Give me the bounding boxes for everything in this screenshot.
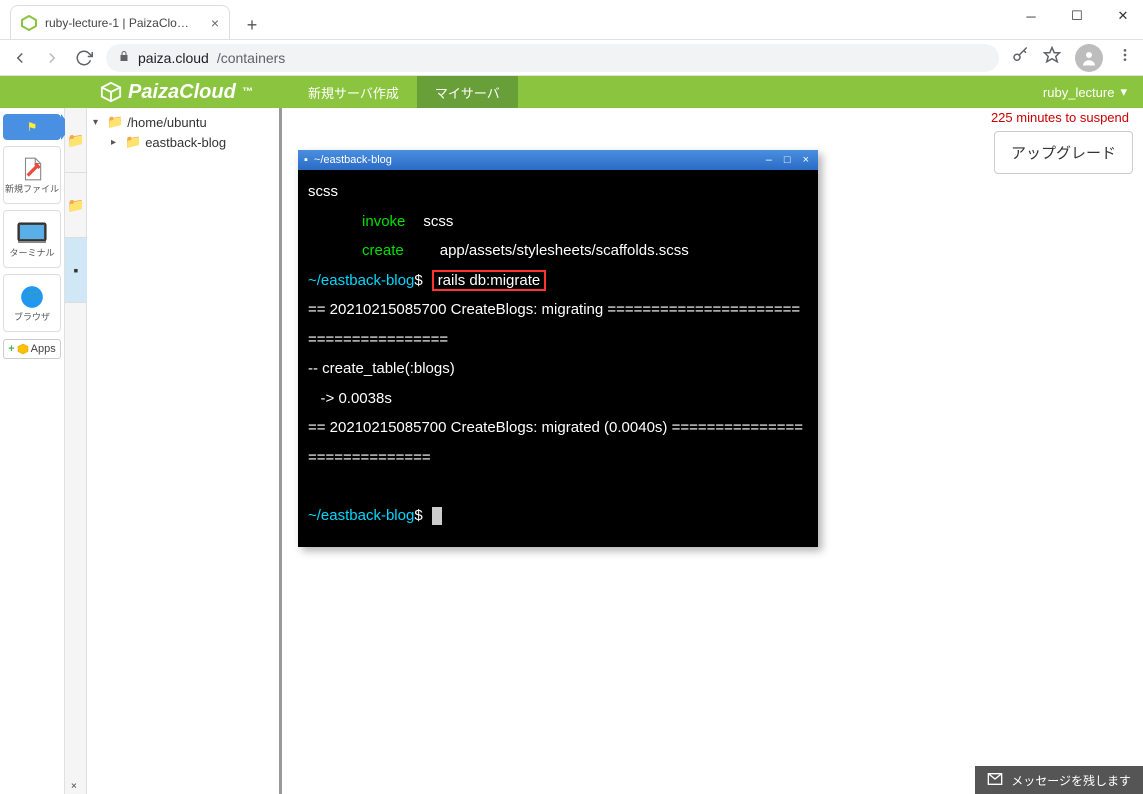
launcher-new-file-label: 新規ファイル [5, 182, 59, 195]
terminal-titlebar[interactable]: ▪ ~/eastback-blog – □ × [298, 150, 818, 170]
avatar-icon[interactable] [1075, 44, 1103, 72]
tab-close-icon[interactable]: × [211, 15, 219, 31]
terminal-body[interactable]: scss invoke scss create app/assets/style… [298, 170, 818, 547]
launcher-browser-label: ブラウザ [14, 310, 50, 323]
message-bar-text: メッセージを残します [1011, 772, 1131, 789]
launcher: ⚑ 新規ファイル ターミナル ブラウザ + [0, 108, 65, 794]
launcher-terminal-label: ターミナル [9, 246, 54, 259]
term-out: -- create_table(:blogs) [308, 360, 455, 377]
right-overlay: 225 minutes to suspend アップグレード [987, 108, 1133, 174]
tree-node-label: eastback-blog [145, 135, 226, 150]
new-tab-button[interactable]: + [238, 11, 266, 39]
file-tree: ▾ 📁 /home/ubuntu ▸ 📁 eastback-blog [87, 108, 282, 794]
reload-icon[interactable] [74, 48, 94, 68]
term-prompt-sym: $ [414, 272, 422, 289]
term-invoke: invoke [362, 213, 405, 230]
maximize-icon[interactable]: ☐ [1063, 6, 1091, 26]
dock-item-files-2[interactable]: 📁× [65, 173, 87, 238]
browser-toolbar: paiza.cloud/containers [0, 40, 1143, 76]
term-out: == 20210215085700 CreateBlogs: migrated … [308, 419, 803, 466]
star-icon[interactable] [1043, 46, 1061, 69]
term-out: -> 0.0038s [308, 390, 392, 407]
terminal-title-text: ~/eastback-blog [314, 154, 757, 166]
minimize-icon[interactable]: ─ [1017, 6, 1045, 26]
terminal-icon [17, 220, 47, 246]
term-arg: app/assets/stylesheets/scaffolds.scss [440, 242, 689, 259]
address-bar[interactable]: paiza.cloud/containers [106, 44, 999, 72]
terminal-window[interactable]: ▪ ~/eastback-blog – □ × scss invoke scss… [298, 150, 818, 547]
user-menu[interactable]: ruby_lecture ▾ [1027, 84, 1143, 100]
message-bar[interactable]: メッセージを残します [975, 766, 1143, 794]
cursor-icon [432, 507, 442, 525]
term-create: create [362, 242, 404, 259]
tab-title: ruby-lecture-1 | PaizaCloud - Inst [45, 16, 195, 30]
dock: 📁× 📁× ▪× [65, 108, 87, 794]
workspace: ⚑ 新規ファイル ターミナル ブラウザ + [0, 108, 1143, 794]
apps-label: Apps [31, 343, 56, 355]
launcher-browser[interactable]: ブラウザ [3, 274, 61, 332]
window-controls: ─ ☐ ✕ [1017, 6, 1137, 26]
launcher-terminal[interactable]: ターミナル [3, 210, 61, 268]
lock-icon [118, 50, 130, 65]
tree-node-root[interactable]: ▾ 📁 /home/ubuntu [93, 112, 273, 132]
terminal-minimize-icon[interactable]: – [763, 154, 775, 166]
dock-item-terminal[interactable]: ▪× [65, 238, 87, 303]
folder-icon: 📁 [125, 134, 141, 150]
logo-text: PaizaCloud [128, 81, 236, 104]
url-path: /containers [217, 50, 285, 66]
app-topbar: PaizaCloud™ 新規サーバ作成 マイサーバ ruby_lecture ▾ [0, 76, 1143, 108]
menu-icon[interactable] [1117, 47, 1133, 68]
term-prompt: ~/eastback-blog [308, 272, 414, 289]
user-name: ruby_lecture [1043, 85, 1115, 100]
apps-button[interactable]: + Apps [3, 339, 61, 359]
terminal-title-icon: ▪ [304, 154, 308, 166]
term-command-highlight: rails db:migrate [432, 270, 547, 291]
chevron-right-icon: ▸ [111, 137, 121, 148]
chevron-down-icon: ▾ [1120, 84, 1127, 100]
suspend-text: 225 minutes to suspend [987, 108, 1133, 127]
mail-icon [987, 771, 1003, 790]
dock-close-icon[interactable]: × [71, 781, 77, 792]
launcher-server-flag[interactable]: ⚑ [3, 114, 61, 140]
favicon-icon [21, 15, 37, 31]
chevron-down-icon: ▾ [93, 117, 103, 128]
term-prompt-sym: $ [414, 507, 422, 524]
toolbar-right [1011, 44, 1133, 72]
upgrade-button[interactable]: アップグレード [994, 131, 1133, 174]
my-server-button[interactable]: マイサーバ [417, 76, 518, 108]
globe-icon [17, 284, 47, 310]
page: PaizaCloud™ 新規サーバ作成 マイサーバ ruby_lecture ▾… [0, 76, 1143, 794]
canvas: 225 minutes to suspend アップグレード ▪ ~/eastb… [282, 108, 1143, 794]
file-icon [17, 156, 47, 182]
logo[interactable]: PaizaCloud™ [0, 81, 290, 104]
term-line: scss [308, 183, 338, 200]
key-icon[interactable] [1011, 46, 1029, 69]
forward-icon [42, 48, 62, 68]
terminal-maximize-icon[interactable]: □ [781, 154, 794, 166]
browser-tab[interactable]: ruby-lecture-1 | PaizaCloud - Inst × [10, 5, 230, 39]
cube-icon [17, 343, 29, 355]
new-server-button[interactable]: 新規サーバ作成 [290, 76, 417, 108]
term-arg: scss [423, 213, 453, 230]
back-icon[interactable] [10, 48, 30, 68]
folder-icon: 📁 [107, 114, 123, 130]
launcher-new-file[interactable]: 新規ファイル [3, 146, 61, 204]
terminal-close-icon[interactable]: × [800, 154, 812, 166]
term-out: == 20210215085700 CreateBlogs: migrating… [308, 301, 800, 348]
tree-node-label: /home/ubuntu [127, 115, 207, 130]
close-icon[interactable]: ✕ [1109, 6, 1137, 26]
dock-item-files[interactable]: 📁× [65, 108, 87, 173]
url-host: paiza.cloud [138, 50, 209, 66]
tree-node-child[interactable]: ▸ 📁 eastback-blog [93, 132, 273, 152]
browser-titlebar: ruby-lecture-1 | PaizaCloud - Inst × + ─… [0, 0, 1143, 40]
flag-icon: ⚑ [27, 120, 38, 134]
term-prompt: ~/eastback-blog [308, 507, 414, 524]
